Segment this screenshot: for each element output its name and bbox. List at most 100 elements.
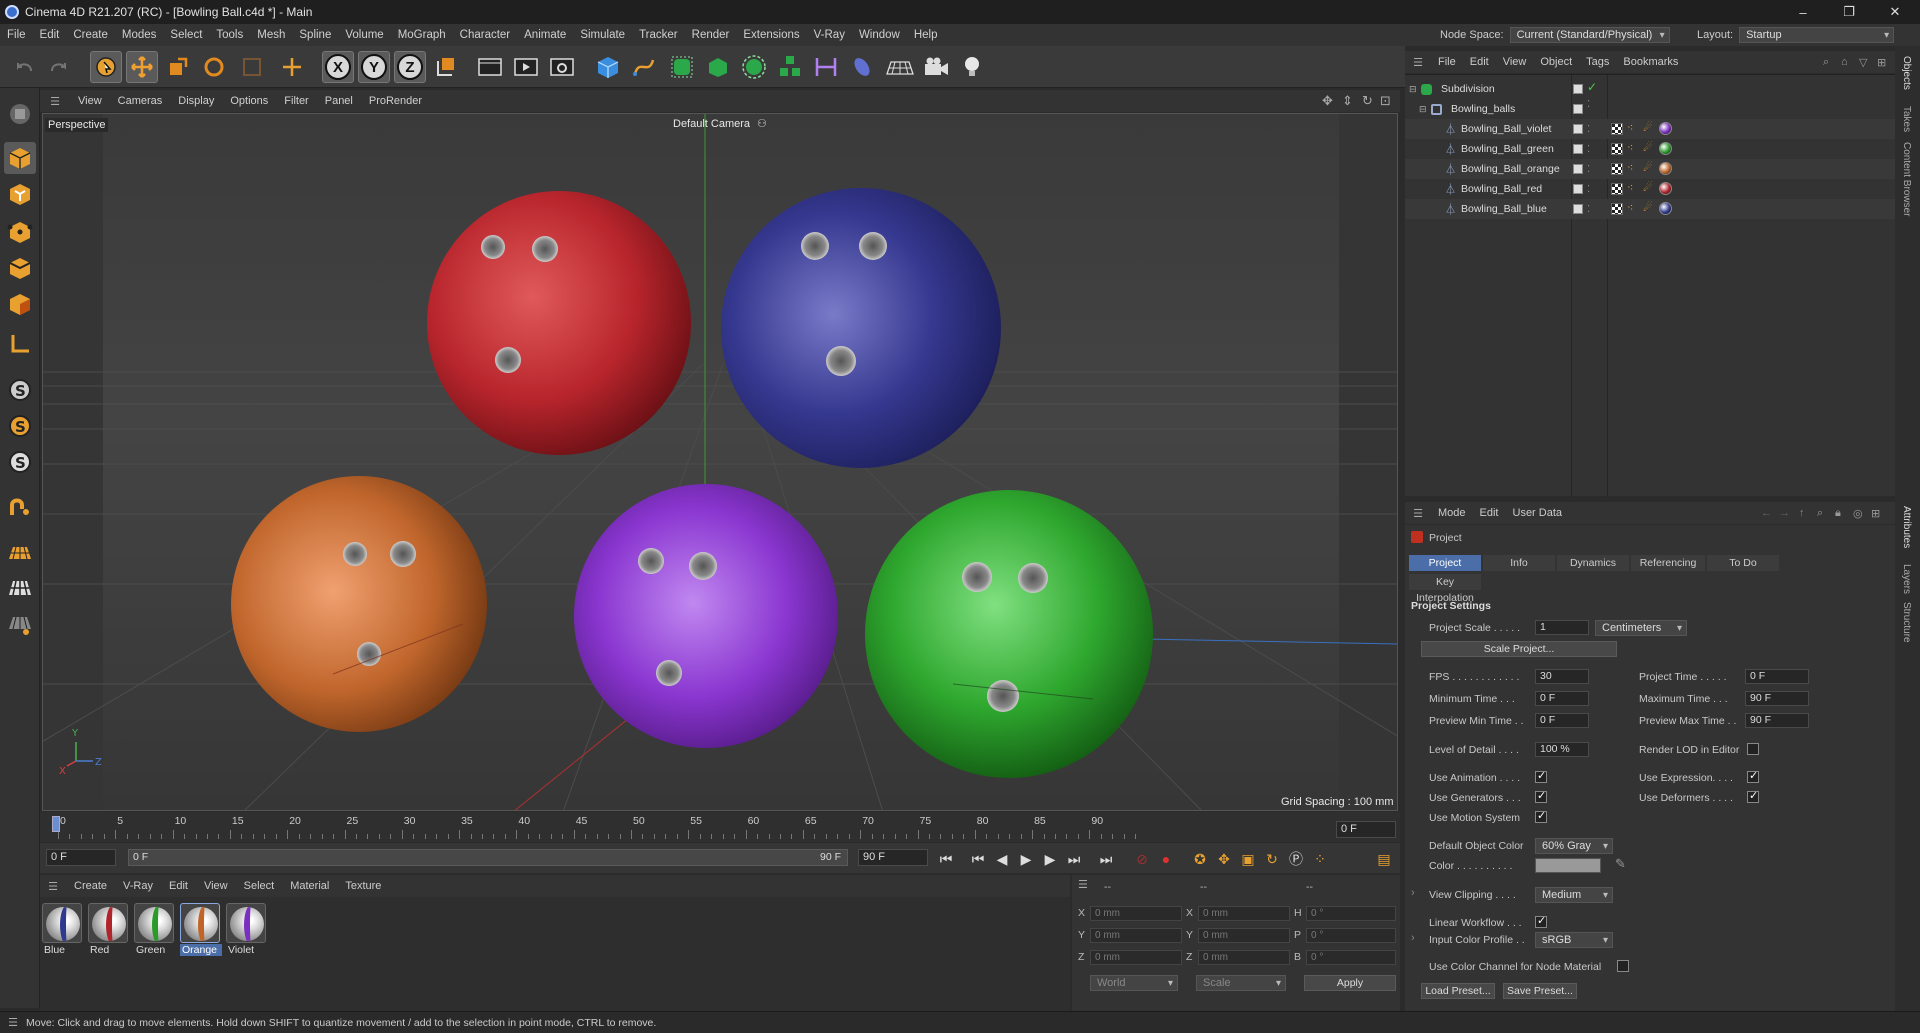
workplane-button[interactable] (4, 328, 36, 360)
scale-mode-dropdown[interactable]: Scale (1196, 975, 1286, 991)
end-frame-field[interactable]: 90 F (858, 849, 928, 866)
autokey-button[interactable]: ⊘ (1132, 849, 1152, 869)
goto-start-button[interactable]: ⏮ (936, 849, 956, 869)
next-frame-button[interactable]: ▶ (1040, 849, 1060, 869)
menu-render[interactable]: Render (685, 29, 737, 41)
vray-tag-icon[interactable]: ☄ (1643, 201, 1653, 214)
vray-tag-icon[interactable]: ☄ (1643, 161, 1653, 174)
object-visibility-toggle[interactable] (1573, 124, 1583, 134)
view-clipping-expand-icon[interactable]: › (1411, 887, 1415, 899)
layout-dropdown[interactable]: Startup (1739, 27, 1895, 43)
tab-dynamics[interactable]: Dynamics (1557, 555, 1629, 571)
key-rotation-button[interactable]: ↻ (1262, 849, 1282, 869)
edges-mode-button[interactable] (4, 252, 36, 284)
color-swatch[interactable] (1535, 858, 1601, 873)
cloner-button[interactable] (738, 51, 770, 83)
material-swatch[interactable]: Blue (42, 903, 84, 956)
linear-workflow-checkbox[interactable] (1535, 914, 1547, 928)
key-position-button[interactable]: ✥ (1214, 849, 1234, 869)
object-hamburger-icon[interactable]: ☰ (1405, 56, 1431, 69)
lock-icon[interactable]: 🔒︎ (1835, 507, 1841, 520)
menu-window[interactable]: Window (852, 29, 907, 41)
render-settings-button[interactable] (546, 51, 578, 83)
render-to-picture-viewer-button[interactable] (510, 51, 542, 83)
viewport-maximize-icon[interactable]: ⊡ (1380, 93, 1391, 109)
undo-button[interactable] (8, 51, 40, 83)
object-row-bowling-ball[interactable]: ⏃ Bowling_Ball_green ⁚ ⁖ ☄ (1405, 139, 1895, 159)
bowling-ball-green[interactable] (865, 490, 1153, 778)
preview-range-slider[interactable]: 0 F 90 F (128, 849, 848, 866)
object-new-window-icon[interactable]: ⊞ (1877, 56, 1886, 69)
menu-vray[interactable]: V-Ray (807, 29, 852, 41)
vray-tag-icon[interactable]: ☄ (1643, 121, 1653, 134)
timeline-ruler[interactable]: 0 5 10 15 20 25 30 35 40 45 50 55 60 65 70 75 80 85 90 0 F (40, 812, 1400, 842)
object-menu-bookmarks[interactable]: Bookmarks (1616, 56, 1685, 68)
render-dots-icon[interactable]: ⁚ (1587, 184, 1590, 195)
material-menu-texture[interactable]: Texture (337, 880, 389, 892)
bowling-ball-blue[interactable] (721, 188, 1001, 468)
tab-to-do[interactable]: To Do (1707, 555, 1779, 571)
menu-animate[interactable]: Animate (517, 29, 573, 41)
up-arrow-icon[interactable]: ↑ (1799, 507, 1805, 519)
use-color-channel-checkbox[interactable] (1617, 960, 1629, 972)
viewport-camera-name[interactable]: Default Camera (673, 118, 750, 130)
menu-modes[interactable]: Modes (115, 29, 164, 41)
use-generators-checkbox[interactable] (1535, 789, 1547, 803)
target-icon[interactable]: ◎ (1853, 507, 1863, 520)
rotation-p-field[interactable]: 0 ° (1306, 928, 1396, 943)
redo-button[interactable] (43, 51, 75, 83)
render-dots-icon[interactable]: ⁚ (1587, 144, 1590, 155)
scale-tool[interactable] (162, 51, 194, 83)
attribute-new-window-icon[interactable]: ⊞ (1871, 507, 1880, 520)
default-object-color-dropdown[interactable]: 60% Gray (1535, 838, 1613, 854)
object-row-bowling-ball[interactable]: ⏃ Bowling_Ball_red ⁚ ⁖ ☄ (1405, 179, 1895, 199)
camera-link-icon[interactable]: ⚇ (757, 117, 767, 130)
make-editable-button[interactable] (4, 98, 36, 130)
viewport-menu-cameras[interactable]: Cameras (110, 95, 171, 107)
tweak-mode-button[interactable] (4, 492, 36, 524)
vray-tag-icon[interactable]: ☄ (1643, 181, 1653, 194)
object-menu-object[interactable]: Object (1533, 56, 1579, 68)
object-row-bowling-ball[interactable]: ⏃ Bowling_Ball_violet ⁚ ⁖ ☄ (1405, 119, 1895, 139)
goto-prev-key-button[interactable]: ⏮ (968, 849, 988, 869)
snap-button[interactable]: S (4, 374, 36, 406)
material-menu-material[interactable]: Material (282, 880, 337, 892)
coordinate-mode-dropdown[interactable]: World (1090, 975, 1178, 991)
object-search-icon[interactable]: ⌕ (1823, 56, 1829, 69)
close-button[interactable]: ✕ (1872, 0, 1918, 24)
subdivision-surface-button[interactable] (666, 51, 698, 83)
material-swatch[interactable]: Violet (226, 903, 268, 956)
keyframe-selection-button[interactable]: ✪ (1190, 849, 1210, 869)
start-frame-field[interactable]: 0 F (46, 849, 116, 866)
size-z-field[interactable]: 0 mm (1198, 950, 1290, 965)
menu-tools[interactable]: Tools (209, 29, 250, 41)
light-button[interactable] (956, 51, 988, 83)
viewport-menu-view[interactable]: View (70, 95, 110, 107)
object-filter-icon[interactable]: ▽ (1859, 56, 1867, 69)
menu-edit[interactable]: Edit (33, 29, 67, 41)
project-scale-unit-dropdown[interactable]: Centimeters (1595, 620, 1687, 636)
viewport-menu-filter[interactable]: Filter (276, 95, 316, 107)
input-color-profile-dropdown[interactable]: sRGB (1535, 932, 1613, 948)
project-time-field[interactable]: 0 F (1745, 669, 1809, 684)
menu-mesh[interactable]: Mesh (250, 29, 292, 41)
paint-floor-button[interactable] (4, 608, 36, 640)
texture-mode-button[interactable] (4, 178, 36, 210)
cube-object-button[interactable] (592, 51, 624, 83)
attribute-search-icon[interactable]: ⌕ (1817, 507, 1823, 520)
node-space-dropdown[interactable]: Current (Standard/Physical) (1509, 27, 1670, 43)
tab-referencing[interactable]: Referencing (1631, 555, 1705, 571)
current-frame-field[interactable]: 0 F (1336, 821, 1396, 838)
object-menu-tags[interactable]: Tags (1579, 56, 1616, 68)
project-scale-field[interactable]: 1 (1535, 620, 1589, 635)
viewport-menu-prorender[interactable]: ProRender (361, 95, 430, 107)
z-axis-toggle[interactable]: Z (394, 51, 426, 83)
expand-icon[interactable]: ⊟ (1419, 104, 1427, 115)
material-menu-vray[interactable]: V-Ray (115, 880, 161, 892)
render-lod-checkbox[interactable] (1747, 743, 1759, 755)
fps-field[interactable]: 30 (1535, 669, 1589, 684)
position-x-field[interactable]: 0 mm (1090, 906, 1182, 921)
uvw-tag-icon[interactable] (1611, 163, 1623, 175)
preview-max-time-field[interactable]: 90 F (1745, 713, 1809, 728)
render-dots-icon[interactable]: ⁚ (1587, 204, 1590, 215)
